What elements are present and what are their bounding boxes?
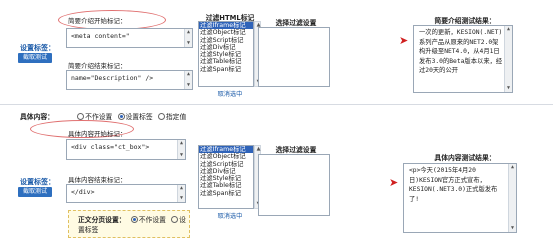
red-arrow-2: ➤	[389, 176, 399, 189]
start-tag-value-1: <meta content="	[71, 32, 130, 40]
settings-label-2: 设置标签：	[20, 178, 55, 186]
pagination-radio-no-setting[interactable]: 不作设置	[128, 215, 166, 224]
content-label: 具体内容：	[20, 113, 54, 121]
radio-specify-value[interactable]: 指定值	[155, 112, 186, 121]
filter-listbox-2[interactable]: 过滤Iframe标记 过滤Object标记 过滤Script标记 过滤Div标记…	[198, 145, 254, 209]
end-tag-value-1: name="Description" />	[71, 74, 154, 82]
scrollbar[interactable]: ▲ ▼	[508, 164, 516, 232]
filter-item[interactable]: 过滤Script标记	[199, 161, 253, 168]
result-text-1: 一次的更新，KESION(.NET)系列产品从原来的NET2.0架构升级至NET…	[419, 29, 503, 75]
start-tag-label-1: 简要介绍开始标记：	[68, 17, 127, 25]
filter-item[interactable]: 过滤Table标记	[199, 182, 253, 189]
scrollbar[interactable]: ▲ ▼	[184, 71, 192, 89]
result-title-1: 简要介绍测试结果：	[434, 17, 496, 25]
filter-listbox-1[interactable]: 过滤Iframe标记 过滤Object标记 过滤Script标记 过滤Div标记…	[198, 21, 254, 87]
radio-set-tag[interactable]: 设置标签	[115, 112, 153, 121]
start-tag-value-2: <div class="ct_box">	[71, 143, 150, 151]
pagination-row: 正文分页设置： 不作设置 设置标签	[78, 215, 188, 235]
filter-item[interactable]: 过滤Table标记	[199, 58, 253, 65]
cancel-selection-link-2[interactable]: 取消选中	[200, 211, 260, 220]
pagination-label: 正文分页设置：	[78, 216, 126, 224]
content-mode-row: 具体内容： 不作设置 设置标签 指定值	[20, 111, 186, 121]
scrollbar[interactable]: ▲ ▼	[177, 185, 185, 202]
result-box-1[interactable]: 一次的更新，KESION(.NET)系列产品从原来的NET2.0架构升级至NET…	[413, 25, 513, 93]
scrollbar[interactable]: ▲ ▼	[504, 26, 512, 92]
result-text-2: <p>今天(2015年4月20日)KESION官方正式宣布，KESION(.NE…	[409, 167, 498, 203]
select-filter-listbox-2[interactable]	[258, 154, 330, 216]
red-arrow-1: ➤	[399, 34, 409, 47]
settings-label-1: 设置标签：	[20, 44, 55, 52]
filter-item[interactable]: 过滤Script标记	[199, 37, 253, 44]
start-tag-textarea-1[interactable]: <meta content=" ▲ ▼	[66, 28, 193, 48]
select-filter-title-1: 选择过滤设置	[275, 19, 317, 27]
start-tag-label-2: 具体内容开始标记：	[68, 130, 127, 138]
divider-1	[0, 104, 553, 105]
start-tag-textarea-2[interactable]: <div class="ct_box"> ▲ ▼	[66, 139, 186, 160]
end-tag-label-1: 简要介绍结束标记：	[68, 62, 127, 70]
end-tag-label-2: 具体内容结束标记：	[68, 176, 127, 184]
result-box-2[interactable]: <p>今天(2015年4月20日)KESION官方正式宣布，KESION(.NE…	[403, 163, 517, 233]
result-title-2: 具体内容测试结果：	[434, 154, 496, 162]
end-tag-textarea-2[interactable]: </div> ▲ ▼	[66, 184, 186, 203]
cancel-selection-link-1[interactable]: 取消选中	[200, 89, 260, 98]
filter-item[interactable]: 过滤Span标记	[199, 66, 253, 73]
scrollbar[interactable]: ▲ ▼	[177, 140, 185, 159]
filter-item[interactable]: 过滤Object标记	[199, 153, 253, 160]
filter-item[interactable]: 过滤Span标记	[199, 190, 253, 197]
end-tag-value-2: </div>	[71, 188, 95, 196]
filter-item[interactable]: 过滤Object标记	[199, 29, 253, 36]
select-filter-listbox-1[interactable]	[258, 27, 330, 87]
capture-test-button-2[interactable]: 截取测试	[18, 187, 52, 197]
select-filter-title-2: 选择过滤设置	[275, 146, 317, 154]
end-tag-textarea-1[interactable]: name="Description" /> ▲ ▼	[66, 70, 193, 90]
scrollbar[interactable]: ▲ ▼	[184, 29, 192, 47]
capture-test-button-1[interactable]: 截取测试	[18, 53, 52, 63]
